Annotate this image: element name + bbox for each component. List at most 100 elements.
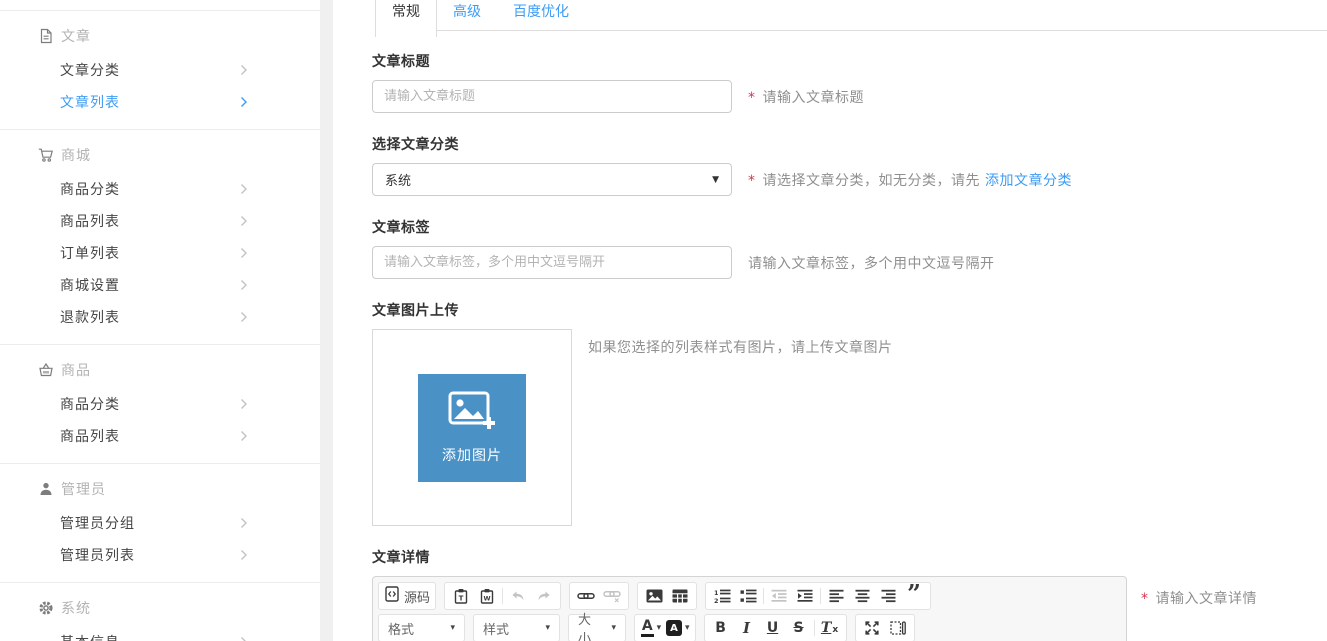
field-article-title: 文章标题 * 请输入文章标题 (372, 51, 1327, 113)
sidebar-item-product-category[interactable]: 商品分类 (37, 388, 265, 420)
sidebar-section-title: 商城 (61, 145, 91, 165)
chevron-right-icon (240, 215, 248, 227)
sidebar-section-mall: 商城 商品分类 商品列表 订单列表 商城设置 退款列表 (0, 129, 320, 344)
field-article-detail: 文章详情 源码 (372, 547, 1327, 641)
sidebar-item-refund-list[interactable]: 退款列表 (37, 301, 265, 333)
sidebar-item-admin-list[interactable]: 管理员列表 (37, 539, 265, 571)
show-blocks-button[interactable] (885, 616, 911, 640)
tab-baidu-seo[interactable]: 百度优化 (497, 0, 585, 30)
add-category-link[interactable]: 添加文章分类 (985, 170, 1072, 190)
source-code-icon (384, 586, 400, 606)
source-group: 源码 (378, 582, 436, 610)
required-asterisk: * (748, 90, 756, 106)
svg-text:T: T (459, 595, 464, 603)
underline-button[interactable]: U (760, 616, 786, 640)
sidebar-item-product-list[interactable]: 商品列表 (37, 420, 265, 452)
article-detail-label: 文章详情 (372, 547, 1327, 567)
paste-word-button[interactable]: W (474, 584, 500, 608)
image-upload-box[interactable]: 添加图片 (372, 329, 572, 526)
sidebar-section-title: 管理员 (61, 479, 106, 499)
image-button[interactable] (641, 584, 667, 608)
size-dropdown[interactable]: 大小 ▾ (568, 614, 626, 641)
sidebar-item-article-category[interactable]: 文章分类 (37, 54, 265, 86)
sidebar-header-product[interactable]: 商品 (37, 358, 265, 382)
image-plus-icon (447, 390, 497, 438)
strikethrough-button[interactable]: S (786, 616, 812, 640)
sidebar-section-title: 商品 (61, 360, 91, 380)
selected-category-value: 系统 (385, 170, 411, 189)
svg-text:W: W (483, 595, 490, 603)
toolbar-separator (502, 588, 503, 604)
tab-bar: 常规 高级 百度优化 (375, 0, 1327, 31)
link-button[interactable] (573, 584, 599, 608)
remove-format-button[interactable]: Tx (817, 616, 843, 640)
editor-toolbar-row-2: 格式 ▾ 样式 ▾ 大小 ▾ A▾ (378, 614, 1121, 641)
table-button[interactable] (667, 584, 693, 608)
chevron-right-icon (240, 517, 248, 529)
ordered-list-button[interactable]: 12 (709, 584, 735, 608)
source-button[interactable]: 源码 (382, 584, 432, 608)
field-article-tags: 文章标签 请输入文章标签，多个用中文逗号隔开 (372, 217, 1327, 279)
align-right-button[interactable] (875, 584, 901, 608)
sidebar-section-product: 商品 商品分类 商品列表 (0, 344, 320, 463)
align-center-button[interactable] (849, 584, 875, 608)
sidebar-item-order-list[interactable]: 订单列表 (37, 237, 265, 269)
sidebar-divider (320, 0, 333, 641)
redo-button[interactable] (531, 584, 557, 608)
paste-text-button[interactable]: T (448, 584, 474, 608)
article-image-help: 如果您选择的列表样式有图片，请上传文章图片 (588, 337, 893, 357)
sidebar-section-title: 文章 (61, 26, 91, 46)
sidebar-header-system[interactable]: 系统 (37, 596, 265, 620)
basicstyles-group: B I U S Tx (704, 614, 847, 641)
article-category-select[interactable]: 系统 ▼ (372, 163, 732, 196)
sidebar-item-admin-group[interactable]: 管理员分组 (37, 507, 265, 539)
editor-toolbar-row-1: 源码 T W (378, 582, 1121, 610)
indent-button[interactable] (792, 584, 818, 608)
chevron-down-icon: ▾ (545, 623, 550, 633)
gear-icon (37, 600, 54, 617)
svg-text:1: 1 (714, 589, 718, 597)
chevron-down-icon: ▾ (657, 623, 662, 633)
format-dropdown[interactable]: 格式 ▾ (378, 614, 465, 641)
sidebar-item-basic-info[interactable]: 基本信息 (37, 626, 265, 641)
style-dropdown[interactable]: 样式 ▾ (473, 614, 560, 641)
maximize-button[interactable] (859, 616, 885, 640)
chevron-down-icon: ▾ (685, 623, 690, 633)
field-article-category: 选择文章分类 系统 ▼ * 请选择文章分类，如无分类，请先 添加文章分类 (372, 134, 1327, 196)
article-title-input[interactable] (372, 80, 732, 113)
outdent-button[interactable] (766, 584, 792, 608)
tab-general[interactable]: 常规 (375, 0, 437, 37)
sidebar-item-goods-list[interactable]: 商品列表 (37, 205, 265, 237)
sidebar-item-article-list[interactable]: 文章列表 (37, 86, 265, 118)
unlink-button[interactable] (599, 584, 625, 608)
add-image-button[interactable]: 添加图片 (418, 374, 526, 482)
chevron-right-icon (240, 279, 248, 291)
sidebar-section-admin: 管理员 管理员分组 管理员列表 (0, 463, 320, 582)
sidebar-header-mall[interactable]: 商城 (37, 143, 265, 167)
bold-button[interactable]: B (708, 616, 734, 640)
text-color-icon: A (641, 619, 654, 637)
main-content: 常规 高级 百度优化 文章标题 * 请输入文章标题 选择文章分类 系统 ▼ (333, 0, 1327, 641)
article-category-label: 选择文章分类 (372, 134, 1327, 154)
tab-advanced[interactable]: 高级 (437, 0, 497, 30)
unordered-list-button[interactable] (735, 584, 761, 608)
sidebar-header-admin[interactable]: 管理员 (37, 477, 265, 501)
sidebar-header-article[interactable]: 文章 (37, 24, 265, 48)
undo-button[interactable] (505, 584, 531, 608)
italic-button[interactable]: I (734, 616, 760, 640)
align-left-button[interactable] (823, 584, 849, 608)
chevron-down-icon: ▾ (450, 623, 455, 633)
article-tags-help: 请输入文章标签，多个用中文逗号隔开 (748, 253, 995, 273)
sidebar-item-mall-settings[interactable]: 商城设置 (37, 269, 265, 301)
sidebar-section-system: 系统 基本信息 (0, 582, 320, 641)
blockquote-button[interactable]: ” (901, 584, 927, 608)
rich-text-editor: 源码 T W (372, 576, 1127, 641)
background-color-button[interactable]: A▾ (664, 616, 692, 640)
sidebar-item-goods-category[interactable]: 商品分类 (37, 173, 265, 205)
toolbar-separator (814, 620, 815, 636)
text-color-button[interactable]: A▾ (638, 616, 664, 640)
quote-icon: ” (907, 589, 921, 603)
sidebar-section-title: 系统 (61, 598, 91, 618)
article-tags-input[interactable] (372, 246, 732, 279)
article-category-help: * 请选择文章分类，如无分类，请先 添加文章分类 (748, 170, 1072, 190)
